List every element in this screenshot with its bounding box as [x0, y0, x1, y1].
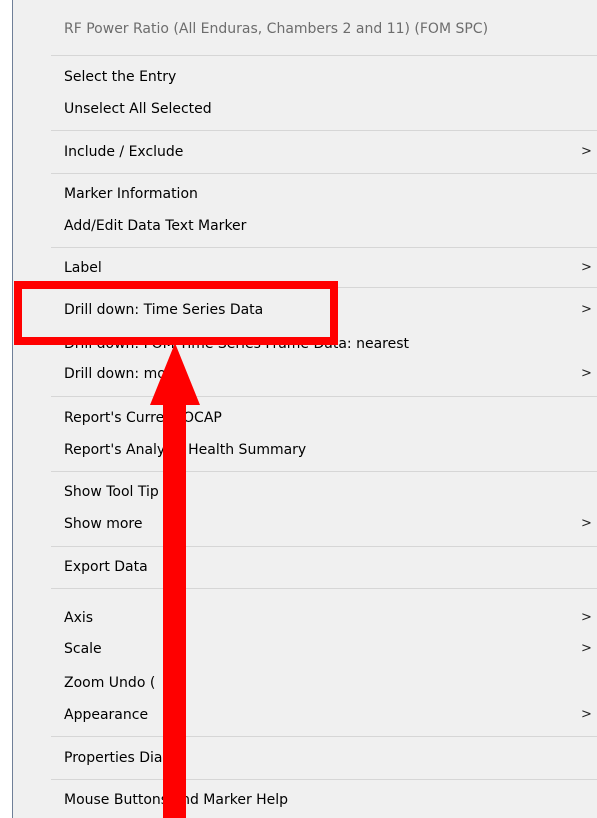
menu-item-label: Include / Exclude [64, 144, 184, 160]
submenu-arrow-icon: > [581, 641, 592, 656]
menu-item-mouse-help[interactable]: Mouse Buttons and Marker Help [13, 785, 597, 815]
menu-item-label: Add/Edit Data Text Marker [64, 218, 247, 234]
menu-item-label: Appearance [64, 707, 149, 723]
separator [51, 247, 597, 248]
menu-item-zoom-undo[interactable]: Zoom Undo ( [13, 668, 597, 698]
menu-item-label: Drill down: more [64, 366, 180, 382]
menu-item-label: Mouse Buttons and Marker Help [64, 792, 289, 808]
annotation-highlight-box [14, 281, 338, 345]
submenu-arrow-icon: > [581, 707, 592, 722]
menu-item-label: Label [64, 260, 102, 276]
submenu-arrow-icon: > [581, 610, 592, 625]
menu-item-show-more[interactable]: Show more > [13, 509, 597, 539]
menu-item-marker-information[interactable]: Marker Information [13, 179, 597, 209]
submenu-arrow-icon: > [581, 366, 592, 381]
submenu-arrow-icon: > [581, 302, 592, 317]
separator [51, 173, 597, 174]
separator [51, 779, 597, 780]
menu-item-drill-down-more[interactable]: Drill down: more > [13, 359, 597, 389]
menu-item-include-exclude[interactable]: Include / Exclude > [13, 137, 597, 167]
submenu-arrow-icon: > [581, 516, 592, 531]
menu-item-label-submenu[interactable]: Label > [13, 253, 597, 283]
separator [51, 546, 597, 547]
menu-item-label: Show Tool Tip [64, 484, 159, 500]
menu-item-label: Axis [64, 610, 94, 626]
menu-item-label: Unselect All Selected [64, 101, 212, 117]
menu-item-label: Scale [64, 641, 102, 657]
menu-item-label: Report's Analysis Health Summary [64, 442, 307, 458]
separator [51, 55, 597, 56]
menu-item-current-ocap[interactable]: Report's Current OCAP [13, 403, 597, 433]
menu-item-show-tool-tip[interactable]: Show Tool Tip [13, 477, 597, 507]
separator [51, 736, 597, 737]
menu-item-label: Zoom Undo ( [64, 675, 156, 691]
menu-title-label: RF Power Ratio (All Enduras, Chambers 2 … [64, 21, 489, 37]
separator [51, 471, 597, 472]
menu-item-scale[interactable]: Scale > [13, 634, 597, 664]
menu-item-unselect-all[interactable]: Unselect All Selected [13, 94, 597, 124]
menu-item-add-edit-marker[interactable]: Add/Edit Data Text Marker [13, 211, 597, 241]
menu-title: RF Power Ratio (All Enduras, Chambers 2 … [13, 14, 597, 44]
menu-item-properties-dialog[interactable]: Properties Dialog [13, 743, 597, 773]
separator [51, 396, 597, 397]
menu-item-select-entry[interactable]: Select the Entry [13, 62, 597, 92]
menu-item-export-data[interactable]: Export Data [13, 552, 597, 582]
menu-item-label: Export Data [64, 559, 148, 575]
menu-item-label: Marker Information [64, 186, 198, 202]
menu-item-label: Report's Current OCAP [64, 410, 222, 426]
context-menu: RF Power Ratio (All Enduras, Chambers 2 … [13, 0, 597, 818]
menu-item-label: Show more [64, 516, 143, 532]
menu-item-axis[interactable]: Axis > [13, 603, 597, 633]
submenu-arrow-icon: > [581, 144, 592, 159]
separator [51, 130, 597, 131]
separator [51, 588, 597, 589]
menu-item-appearance[interactable]: Appearance > [13, 700, 597, 730]
menu-item-label: Select the Entry [64, 69, 177, 85]
submenu-arrow-icon: > [581, 260, 592, 275]
menu-item-label: Properties Dialog [64, 750, 184, 766]
menu-item-analysis-health[interactable]: Report's Analysis Health Summary [13, 435, 597, 465]
